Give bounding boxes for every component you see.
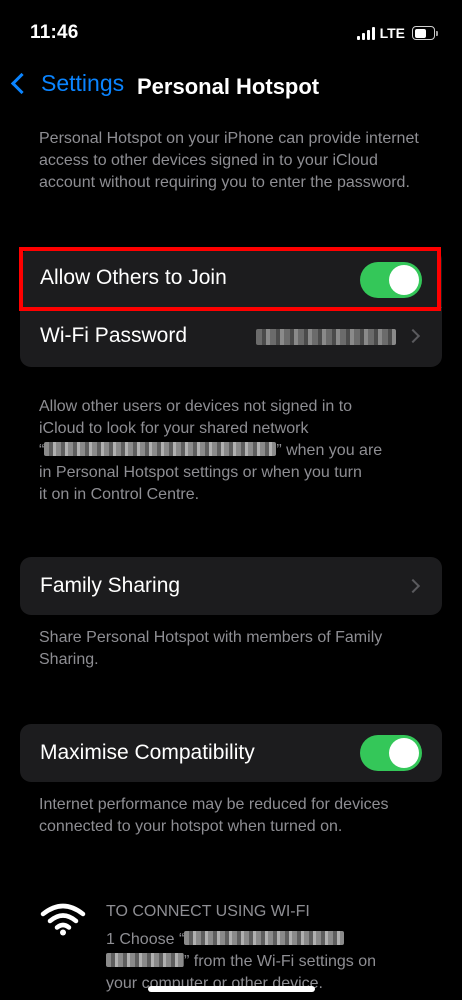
signal-icon xyxy=(356,26,375,40)
home-indicator[interactable] xyxy=(148,986,315,992)
family-sharing-row[interactable]: Family Sharing xyxy=(20,557,442,615)
allow-others-label: Allow Others to Join xyxy=(40,266,227,289)
family-sharing-description: Share Personal Hotspot with members of F… xyxy=(39,629,383,668)
wifi-password-value-redacted xyxy=(256,329,396,345)
toggle-knob xyxy=(389,738,419,768)
network-name-redacted xyxy=(44,442,277,456)
status-bar: 11:46 LTE xyxy=(0,0,462,64)
allow-note-line: “” when you are xyxy=(39,442,383,459)
back-button[interactable]: Settings xyxy=(10,70,124,97)
intro-description: Personal Hotspot on your iPhone can prov… xyxy=(39,130,419,191)
chevron-left-icon xyxy=(10,72,33,95)
toggle-knob xyxy=(389,265,419,295)
allow-note-line: iCloud to look for your shared network xyxy=(39,420,309,437)
wifi-password-label: Wi-Fi Password xyxy=(40,324,188,347)
allow-others-toggle[interactable] xyxy=(360,262,422,298)
network-name-redacted xyxy=(184,931,345,945)
battery-icon xyxy=(412,26,438,40)
family-sharing-group: Family Sharing xyxy=(20,557,442,615)
connect-wifi-heading: TO CONNECT USING WI-FI xyxy=(106,903,310,920)
compatibility-group: Maximise Compatibility xyxy=(20,724,442,782)
allow-note-line: in Personal Hotspot settings or when you… xyxy=(39,464,362,481)
back-button-label: Settings xyxy=(41,70,125,96)
maximise-compatibility-label: Maximise Compatibility xyxy=(40,741,255,764)
allow-note-line: Allow other users or devices not signed … xyxy=(39,398,353,415)
compatibility-description: Internet performance may be reduced for … xyxy=(39,796,389,835)
maximise-compatibility-toggle[interactable] xyxy=(360,735,422,771)
allow-note-line: it on in Control Centre. xyxy=(39,486,200,503)
hotspot-settings-group: Allow Others to Join Wi-Fi Password xyxy=(20,249,442,367)
family-sharing-label: Family Sharing xyxy=(40,574,181,597)
chevron-right-icon xyxy=(405,578,421,594)
network-type: LTE xyxy=(379,25,405,41)
chevron-right-icon xyxy=(405,328,421,344)
status-icons: LTE xyxy=(356,25,438,41)
navigation-bar: Settings Personal Hotspot xyxy=(0,70,462,106)
status-time: 11:46 xyxy=(30,22,79,43)
allow-others-row[interactable]: Allow Others to Join xyxy=(20,249,442,307)
allow-others-description: Allow other users or devices not signed … xyxy=(39,396,431,506)
wifi-password-row[interactable]: Wi-Fi Password xyxy=(20,307,442,365)
network-name-redacted xyxy=(106,953,184,967)
wifi-icon xyxy=(40,903,86,936)
row-divider xyxy=(40,307,442,308)
page-title: Personal Hotspot xyxy=(137,74,320,99)
maximise-compatibility-row[interactable]: Maximise Compatibility xyxy=(20,724,442,782)
